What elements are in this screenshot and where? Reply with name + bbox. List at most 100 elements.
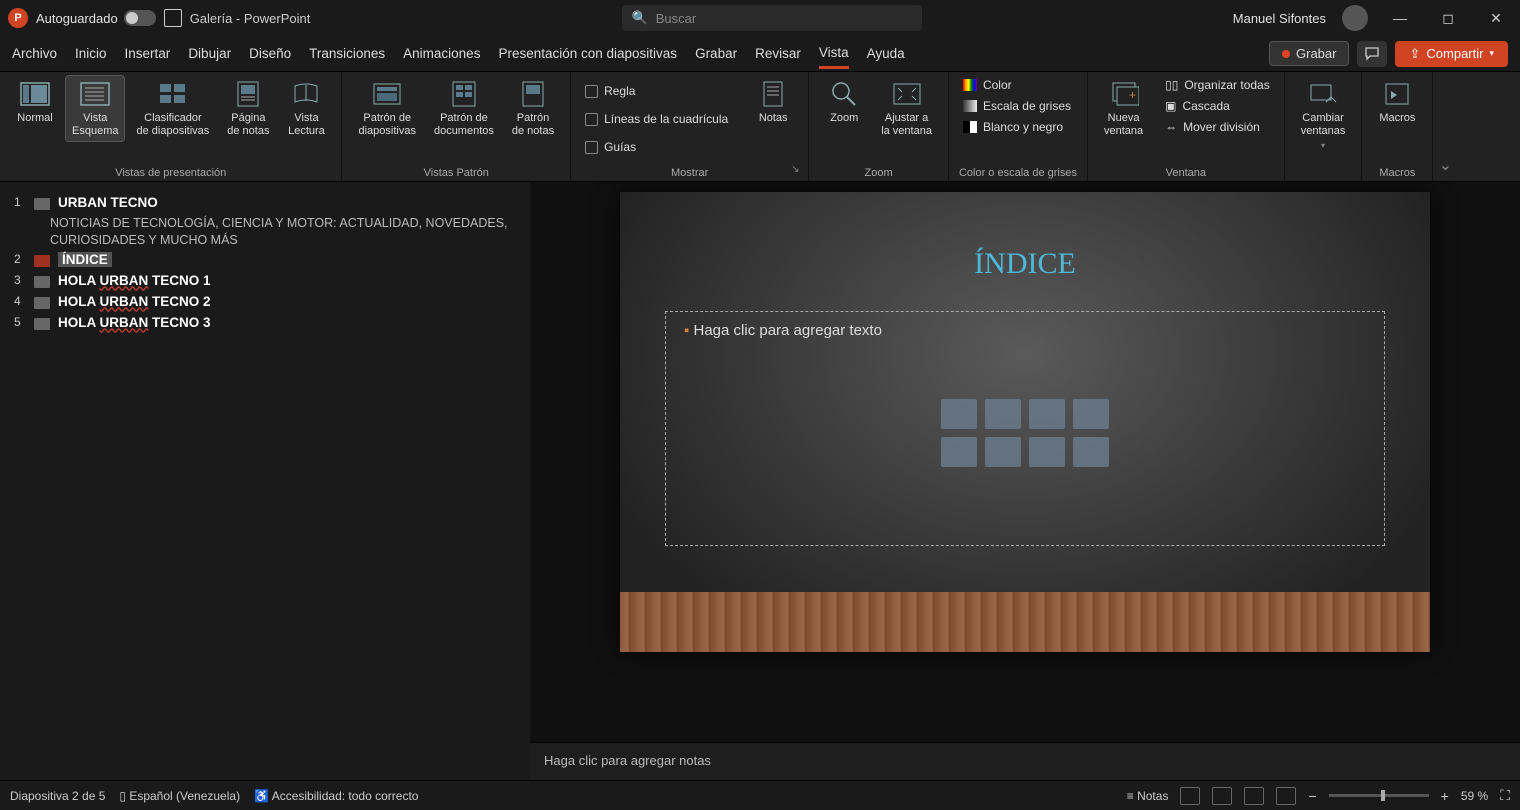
notes-master-button[interactable]: Patrón de notas [506,76,560,141]
grayscale-button[interactable]: Escala de grises [959,97,1075,115]
tab-dibujar[interactable]: Dibujar [188,40,231,67]
avatar[interactable] [1342,5,1368,31]
outline-item-3[interactable]: 3 HOLA URBAN TECNO 1 [14,270,516,291]
minimize-button[interactable]: — [1384,2,1416,34]
search-input[interactable]: 🔍 Buscar [622,5,922,31]
insert-pictures-icon[interactable] [941,437,977,467]
mostrar-dialog-launcher[interactable]: ↘ [791,164,805,178]
outline-num: 2 [14,252,26,266]
grabar-button[interactable]: Grabar [1269,41,1349,66]
tab-diseno[interactable]: Diseño [249,40,291,67]
tab-revisar[interactable]: Revisar [755,40,801,67]
zoom-in-button[interactable]: + [1441,788,1449,804]
tab-presentacion[interactable]: Presentación con diapositivas [498,40,677,67]
accessibility-button[interactable]: ♿ Accesibilidad: todo correcto [254,789,418,803]
autosave-toggle[interactable] [124,10,156,26]
notes-button[interactable]: Notas [748,76,798,129]
outline-item-1[interactable]: 1 URBAN TECNO [14,192,516,213]
username-label: Manuel Sifontes [1233,11,1326,26]
insert-smartart-icon[interactable] [1029,399,1065,429]
fit-window-button[interactable]: Ajustar a la ventana [875,76,938,141]
slide-count-label[interactable]: Diapositiva 2 de 5 [10,789,105,803]
normal-view-button[interactable]: Normal [10,76,60,129]
tab-ayuda[interactable]: Ayuda [867,40,905,67]
outline-item-2[interactable]: 2 ÍNDICE [14,249,516,270]
reading-view-button[interactable]: Vista Lectura [281,76,331,141]
insert-3d-icon[interactable] [1073,399,1109,429]
ruler-checkbox[interactable]: Regla [581,82,732,100]
tab-grabar[interactable]: Grabar [695,40,737,67]
sorter-view-statusbtn[interactable] [1212,787,1232,805]
slide-area: ÍNDICE ▪ Haga clic para agregar texto [530,182,1520,742]
insert-table-icon[interactable] [941,399,977,429]
close-button[interactable]: ✕ [1480,2,1512,34]
normal-view-statusbtn[interactable] [1180,787,1200,805]
maximize-button[interactable]: ◻ [1432,2,1464,34]
organizar-label: Organizar todas [1184,78,1269,92]
titlebar: P Autoguardado Galería - PowerPoint 🔍 Bu… [0,0,1520,36]
color-button[interactable]: Color [959,76,1075,94]
group-label-presentacion: Vistas de presentación [10,165,331,179]
notes-input[interactable]: Haga clic para agregar notas [530,742,1520,780]
outline-title: HOLA URBAN TECNO 2 [58,294,211,309]
bw-button[interactable]: Blanco y negro [959,118,1075,136]
slide-canvas[interactable]: ÍNDICE ▪ Haga clic para agregar texto [620,192,1430,652]
macros-button[interactable]: Macros [1372,76,1422,129]
fit-window-icon [891,80,923,108]
zoom-out-button[interactable]: − [1308,788,1316,804]
handout-master-button[interactable]: Patrón de documentos [428,76,500,141]
move-split-button[interactable]: ⇔Mover división [1161,118,1274,136]
outline-item-5[interactable]: 5 HOLA URBAN TECNO 3 [14,312,516,333]
checkbox-icon [585,113,598,126]
insert-icons-icon[interactable] [1073,437,1109,467]
outline-body[interactable]: NOTICIAS DE TECNOLOGÍA, CIENCIA Y MOTOR:… [50,215,516,249]
share-button[interactable]: ⇪ Compartir ▾ [1395,41,1508,67]
save-icon[interactable] [164,9,182,27]
tab-vista[interactable]: Vista [819,39,849,69]
gridlines-checkbox[interactable]: Líneas de la cuadrícula [581,110,732,128]
content-placeholder-text: ▪ Haga clic para agregar texto [684,322,1366,339]
fit-to-window-statusbtn[interactable]: ⛶ [1500,787,1510,804]
ajustar-label: Ajustar a la ventana [881,112,932,137]
insert-chart-icon[interactable] [985,399,1021,429]
switch-windows-button[interactable]: Cambiar ventanas ▾ [1295,76,1352,154]
outline-view-button[interactable]: Vista Esquema [66,76,124,141]
esquema-label: Vista Esquema [72,112,118,137]
insert-online-pictures-icon[interactable] [985,437,1021,467]
outline-pane[interactable]: 1 URBAN TECNO NOTICIAS DE TECNOLOGÍA, CI… [0,182,530,780]
reading-view-statusbtn[interactable] [1244,787,1264,805]
cascade-button[interactable]: ▣Cascada [1161,97,1274,115]
content-placeholder-box[interactable]: ▪ Haga clic para agregar texto [665,311,1385,546]
zoom-button[interactable]: Zoom [819,76,869,129]
tab-animaciones[interactable]: Animaciones [403,40,480,67]
zoom-slider[interactable] [1329,794,1429,797]
tab-transiciones[interactable]: Transiciones [309,40,385,67]
group-label-macros: Macros [1372,165,1422,179]
tab-archivo[interactable]: Archivo [12,40,57,67]
slide-floor-decoration [620,592,1430,652]
insert-video-icon[interactable] [1029,437,1065,467]
guides-checkbox[interactable]: Guías [581,138,732,156]
outline-num: 4 [14,294,26,308]
outline-item-4[interactable]: 4 HOLA URBAN TECNO 2 [14,291,516,312]
grabar-label: Grabar [1296,46,1336,61]
collapse-ribbon-button[interactable]: ⌄ [1433,72,1457,181]
new-window-button[interactable]: + Nueva ventana [1098,76,1149,141]
slide-sorter-button[interactable]: Clasificador de diapositivas [130,76,215,141]
slide-title[interactable]: ÍNDICE [620,247,1430,281]
outline-title: ÍNDICE [58,252,112,267]
tab-inicio[interactable]: Inicio [75,40,107,67]
notes-toggle-button[interactable]: ≡ Notas [1127,789,1169,803]
cascada-label: Cascada [1182,99,1229,113]
slide-master-button[interactable]: Patrón de diapositivas [352,76,421,141]
outline-title: HOLA URBAN TECNO 1 [58,273,211,288]
tab-insertar[interactable]: Insertar [125,40,171,67]
comments-button[interactable] [1357,41,1387,67]
slide-thumb-icon [34,297,50,309]
language-button[interactable]: ▯ Español (Venezuela) [119,789,240,803]
notes-page-button[interactable]: Página de notas [221,76,275,141]
slideshow-view-statusbtn[interactable] [1276,787,1296,805]
arrange-all-button[interactable]: ▯▯Organizar todas [1161,76,1274,94]
zoom-percent-label[interactable]: 59 % [1461,789,1488,803]
bn-label: Blanco y negro [983,120,1063,134]
